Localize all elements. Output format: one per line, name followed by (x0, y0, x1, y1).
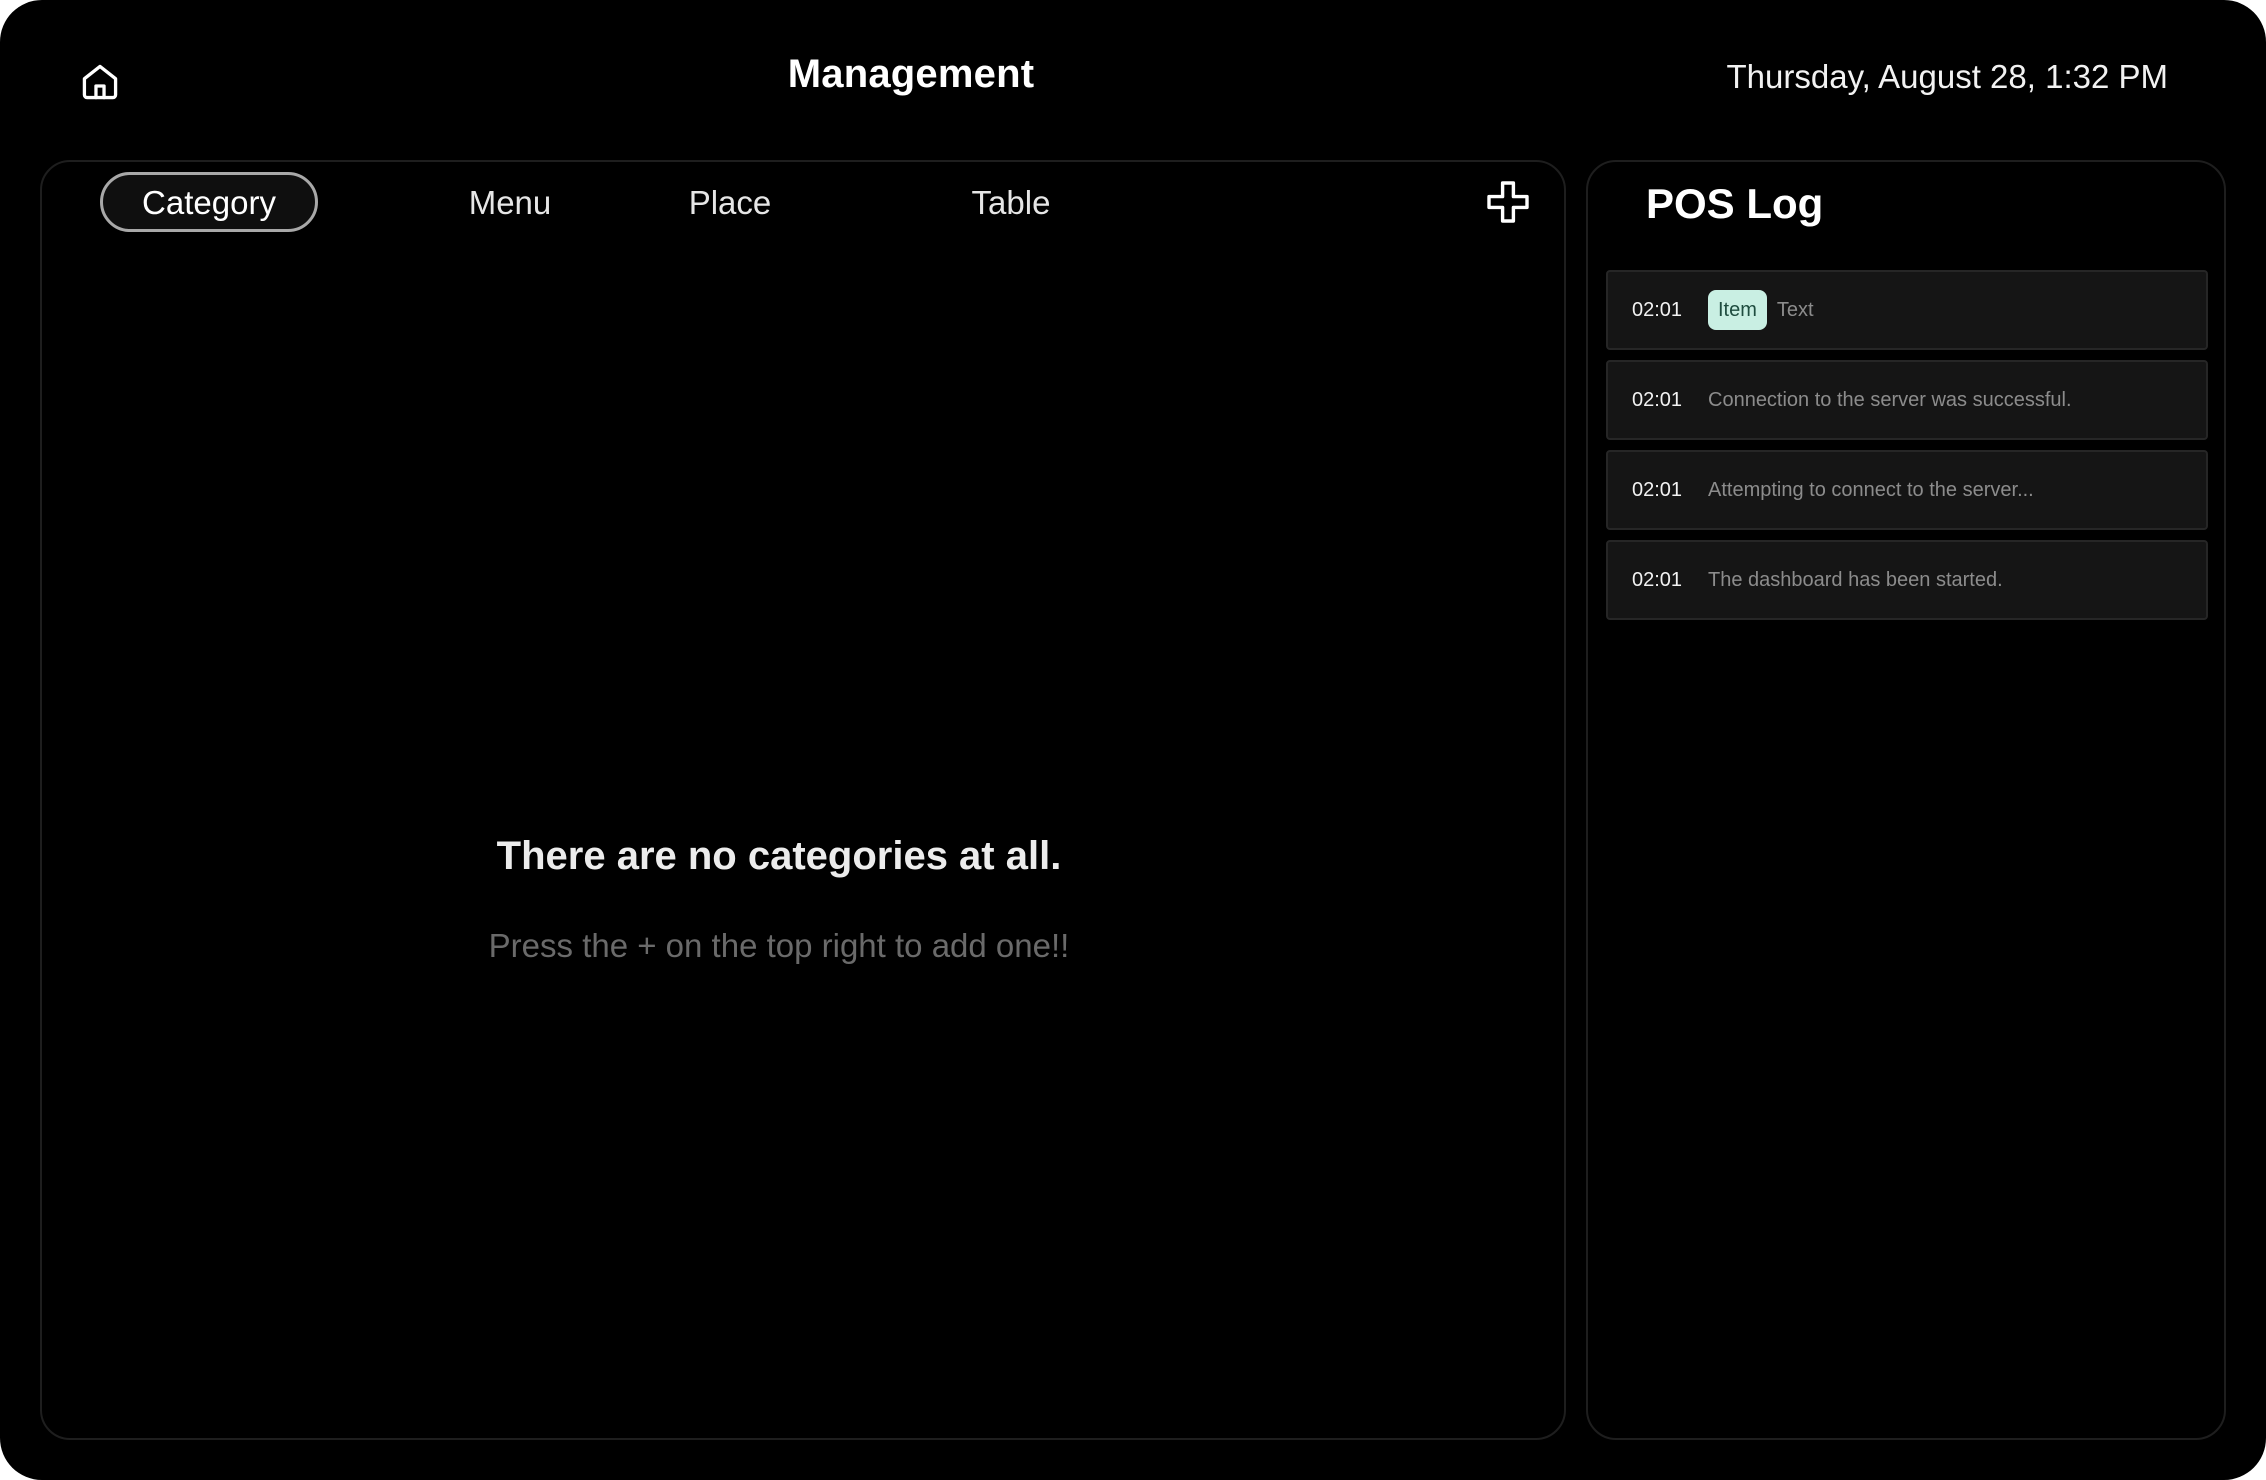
management-screen: Management Thursday, August 28, 1:32 PM … (0, 0, 2266, 1480)
log-time: 02:01 (1632, 568, 1683, 591)
log-text: The dashboard has been started. (1708, 568, 2003, 591)
current-datetime: Thursday, August 28, 1:32 PM (1726, 58, 2168, 95)
log-text: Attempting to connect to the server... (1708, 478, 2034, 501)
empty-state-title: There are no categories at all. (496, 834, 1062, 878)
tab-category[interactable]: Category (100, 172, 318, 232)
pos-log-title: POS Log (1646, 180, 1824, 227)
empty-state-hint: Press the + on the top right to add one!… (488, 927, 1070, 964)
log-entry: 02:01 Attempting to connect to the serve… (1606, 450, 2208, 530)
tab-menu[interactable]: Menu (410, 172, 610, 232)
tab-place[interactable]: Place (655, 172, 805, 232)
pos-log-panel: POS Log 02:01 Item Text 02:01 Connection… (1586, 160, 2226, 1440)
management-panel: Category Menu Place Table There are no c… (40, 160, 1566, 1440)
log-time: 02:01 (1632, 388, 1683, 411)
log-text: Connection to the server was successful. (1708, 388, 2072, 411)
plus-icon (1487, 181, 1529, 223)
log-entry: 02:01 The dashboard has been started. (1606, 540, 2208, 620)
tab-table[interactable]: Table (936, 172, 1086, 232)
log-badge: Item (1708, 290, 1767, 330)
management-tabs: Category Menu Place Table (100, 172, 1086, 232)
log-entry: 02:01 Item Text (1606, 270, 2208, 350)
log-entry: 02:01 Connection to the server was succe… (1606, 360, 2208, 440)
add-category-button[interactable] (1482, 176, 1534, 228)
pos-log-list: 02:01 Item Text 02:01 Connection to the … (1606, 270, 2208, 630)
page-title: Management (787, 52, 1035, 96)
log-time: 02:01 (1632, 478, 1683, 501)
log-text: Text (1776, 298, 1814, 321)
log-time: 02:01 (1632, 298, 1683, 321)
